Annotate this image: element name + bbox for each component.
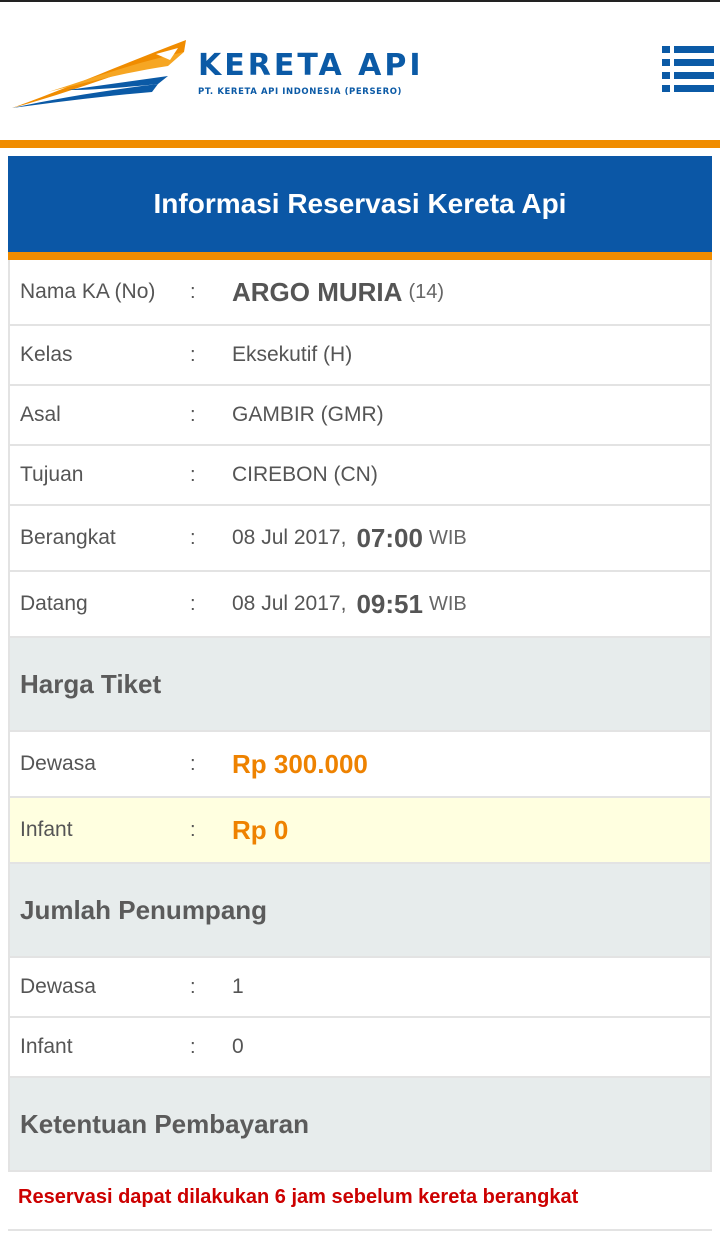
adult-price-label: Dewasa: [20, 752, 96, 775]
departure-value: 08 Jul 2017, 07:00 WIB: [232, 506, 467, 570]
departure-row: Berangkat : 08 Jul 2017, 07:00 WIB: [10, 506, 710, 572]
origin-label: Asal: [20, 403, 61, 426]
separator: :: [190, 280, 196, 303]
separator: :: [190, 818, 196, 841]
kereta-api-logo[interactable]: KERETA API PT. KERETA API INDONESIA (PER…: [8, 36, 438, 112]
card-title: Informasi Reservasi Kereta Api: [8, 156, 712, 260]
infant-price-label: Infant: [20, 818, 73, 841]
arrival-date: 08 Jul 2017,: [232, 592, 347, 615]
origin-row: Asal : GAMBIR (GMR): [10, 386, 710, 446]
infant-price-row: Infant : Rp 0: [10, 798, 710, 864]
ticket-price-heading: Harga Tiket: [20, 668, 162, 699]
separator: :: [190, 463, 196, 486]
arrival-label: Datang: [20, 592, 88, 615]
adult-count-value: 1: [232, 975, 244, 998]
arrival-value: 08 Jul 2017, 09:51 WIB: [232, 572, 467, 636]
train-name: ARGO MURIA: [232, 276, 403, 307]
destination-row: Tujuan : CIREBON (CN): [10, 446, 710, 506]
adult-price-value: Rp 300.000: [232, 732, 368, 796]
origin-value: GAMBIR (GMR): [232, 403, 384, 426]
destination-label: Tujuan: [20, 463, 84, 486]
separator: :: [190, 403, 196, 426]
reservation-details: Nama KA (No) : ARGO MURIA (14) Kelas : E…: [8, 260, 712, 1172]
passenger-count-heading: Jumlah Penumpang: [20, 894, 268, 925]
header-divider: [0, 140, 720, 148]
separator: :: [190, 592, 196, 615]
arrival-time: 09:51: [356, 588, 423, 619]
payment-terms-heading: Ketentuan Pembayaran: [20, 1108, 309, 1139]
arrival-row: Datang : 08 Jul 2017, 09:51 WIB: [10, 572, 710, 638]
adult-count-label: Dewasa: [20, 975, 96, 998]
infant-count-label: Infant: [20, 1035, 73, 1058]
payment-notice: Reservasi dapat dilakukan 6 jam sebelum …: [18, 1186, 579, 1208]
train-name-label: Nama KA (No): [20, 280, 156, 303]
hamburger-menu-icon[interactable]: [662, 46, 714, 92]
train-swoosh-icon: [12, 40, 186, 108]
departure-date: 08 Jul 2017,: [232, 526, 347, 549]
class-row: Kelas : Eksekutif (H): [10, 326, 710, 386]
brand-name: KERETA API: [198, 48, 424, 83]
infant-price: Rp 0: [232, 814, 289, 845]
reservation-card: Informasi Reservasi Kereta Api Nama KA (…: [8, 156, 712, 1172]
separator: :: [190, 1035, 196, 1058]
separator: :: [190, 975, 196, 998]
payment-terms-section: Ketentuan Pembayaran: [10, 1078, 710, 1172]
class-label: Kelas: [20, 343, 73, 366]
infant-count-value: 0: [232, 1035, 244, 1058]
passenger-count-section: Jumlah Penumpang: [10, 864, 710, 958]
separator: :: [190, 752, 196, 775]
departure-timezone: WIB: [428, 526, 467, 549]
arrival-timezone: WIB: [428, 592, 467, 615]
destination-value: CIREBON (CN): [232, 463, 378, 486]
train-name-value: ARGO MURIA (14): [232, 260, 444, 324]
adult-price: Rp 300.000: [232, 748, 368, 779]
ticket-price-section: Harga Tiket: [10, 638, 710, 732]
separator: :: [190, 343, 196, 366]
departure-label: Berangkat: [20, 526, 116, 549]
adult-price-row: Dewasa : Rp 300.000: [10, 732, 710, 798]
train-number: (14): [408, 280, 445, 303]
separator: :: [190, 526, 196, 549]
departure-time: 07:00: [356, 522, 423, 553]
class-value: Eksekutif (H): [232, 343, 353, 366]
site-header: KERETA API PT. KERETA API INDONESIA (PER…: [0, 2, 720, 140]
footer-divider: [8, 1229, 712, 1231]
adult-count-row: Dewasa : 1: [10, 958, 710, 1018]
brand-subtitle: PT. KERETA API INDONESIA (PERSERO): [198, 87, 403, 97]
infant-price-value: Rp 0: [232, 798, 288, 862]
infant-count-row: Infant : 0: [10, 1018, 710, 1078]
train-name-row: Nama KA (No) : ARGO MURIA (14): [10, 260, 710, 326]
